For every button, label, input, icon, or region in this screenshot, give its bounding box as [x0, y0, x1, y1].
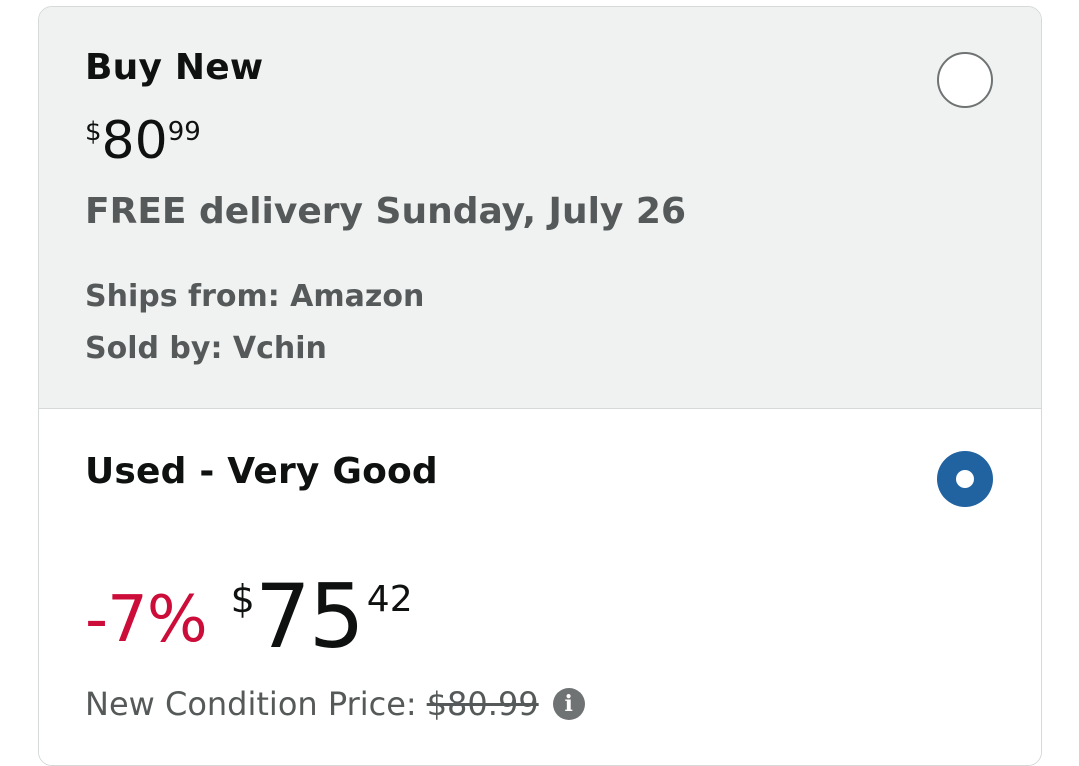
used-price: -7% $ 75 42	[85, 569, 413, 665]
delivery-info: FREE delivery Sunday, July 26	[85, 191, 687, 232]
price-whole: 80	[101, 111, 168, 171]
ships-from: Ships from: Amazon	[85, 279, 425, 314]
price-whole: 75	[254, 565, 365, 668]
price-symbol: $	[85, 117, 102, 147]
buy-new-radio[interactable]	[937, 52, 993, 108]
info-icon[interactable]: i	[552, 688, 585, 720]
sold-by: Sold by: Vchin	[85, 331, 327, 366]
buy-new-price: $ 80 99	[85, 111, 201, 171]
purchase-options-card: Buy New $ 80 99 FREE delivery Sunday, Ju…	[38, 6, 1042, 766]
radio-selected-icon	[956, 470, 974, 488]
buy-new-title: Buy New	[85, 47, 264, 88]
new-condition-strikethrough-price: $80.99	[426, 685, 539, 723]
used-option[interactable]: Used - Very Good -7% $ 75 42 New Conditi…	[39, 409, 1041, 765]
used-title: Used - Very Good	[85, 451, 438, 492]
price-symbol: $	[230, 577, 255, 621]
price-fraction: 42	[366, 579, 413, 620]
discount-badge: -7%	[85, 583, 208, 657]
new-condition-price: New Condition Price: $80.99 i	[85, 685, 585, 723]
buy-new-option[interactable]: Buy New $ 80 99 FREE delivery Sunday, Ju…	[39, 7, 1041, 409]
price-fraction: 99	[167, 117, 201, 147]
new-condition-label: New Condition Price:	[85, 685, 417, 723]
used-radio[interactable]	[937, 451, 993, 507]
